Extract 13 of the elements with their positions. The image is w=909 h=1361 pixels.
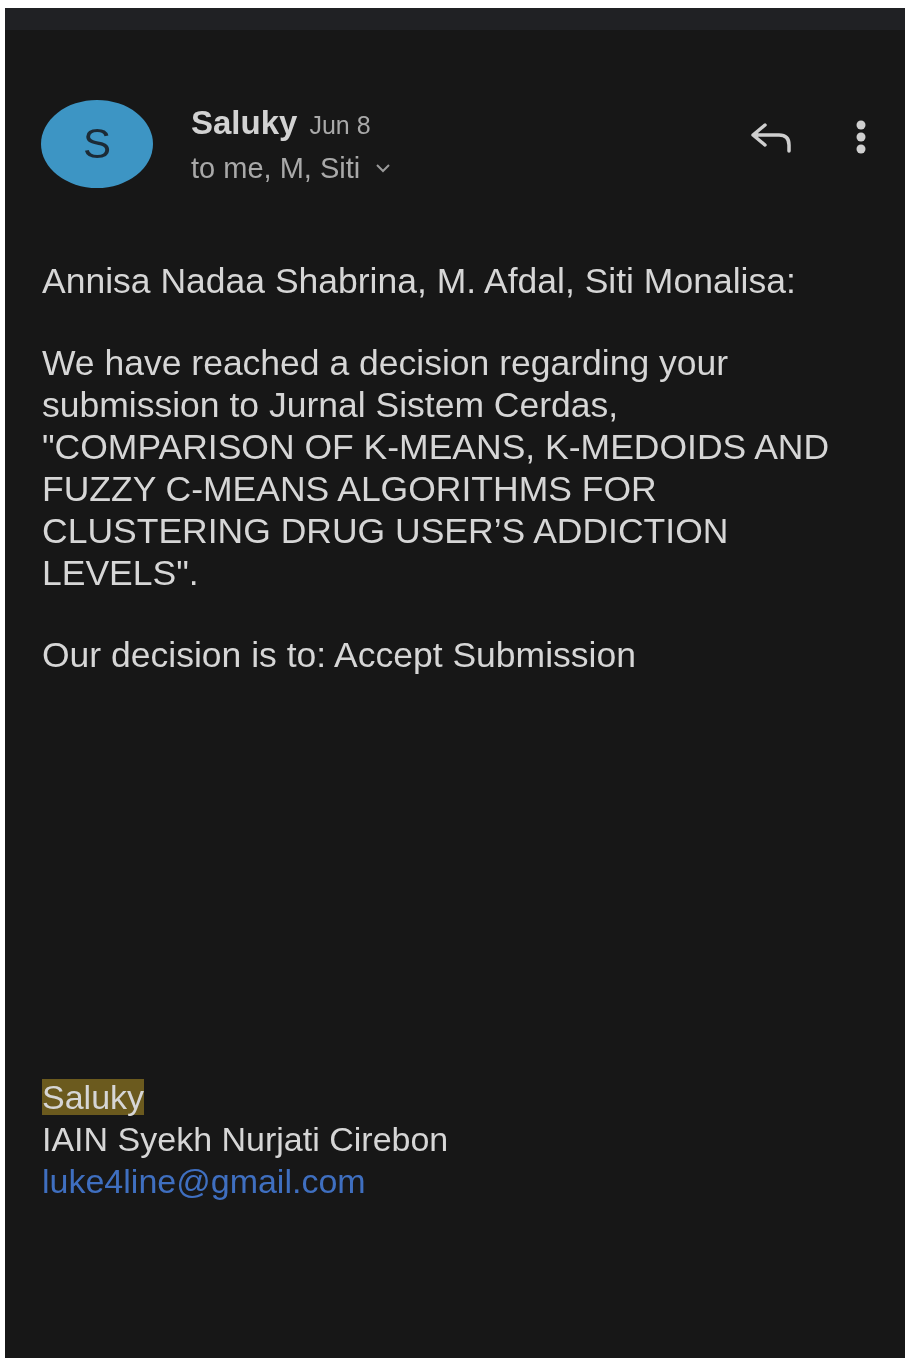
message-paragraph: We have reached a decision regarding your submission to Jurnal Sistem Cerdas, "COMPARISON OF K-MEANS, K-MEDOIDS AND FUZZY C-MEANS ALGORITHMS FOR CLUSTERING DRUG USER’S ADDICTION LEVELS". [42, 342, 831, 594]
signature-affiliation: IAIN Syekh Nurjati Cirebon [42, 1119, 450, 1160]
reply-icon[interactable] [749, 121, 793, 153]
avatar[interactable]: S [41, 100, 153, 188]
message-paragraph: Annisa Nadaa Shabrina, M. Afdal, Siti Monalisa: [42, 260, 797, 302]
more-options-icon[interactable] [855, 120, 867, 154]
sender-name: Saluky [191, 103, 298, 142]
chevron-down-icon[interactable] [374, 162, 393, 174]
recipients: to me, M, Siti [191, 151, 361, 185]
signature-name: Saluky [42, 1079, 145, 1115]
email-date: Jun 8 [309, 110, 371, 140]
email-link[interactable]: luke4line@gmail.com [42, 1162, 366, 1200]
message-paragraph: Our decision is to: Accept Submission [42, 634, 637, 676]
